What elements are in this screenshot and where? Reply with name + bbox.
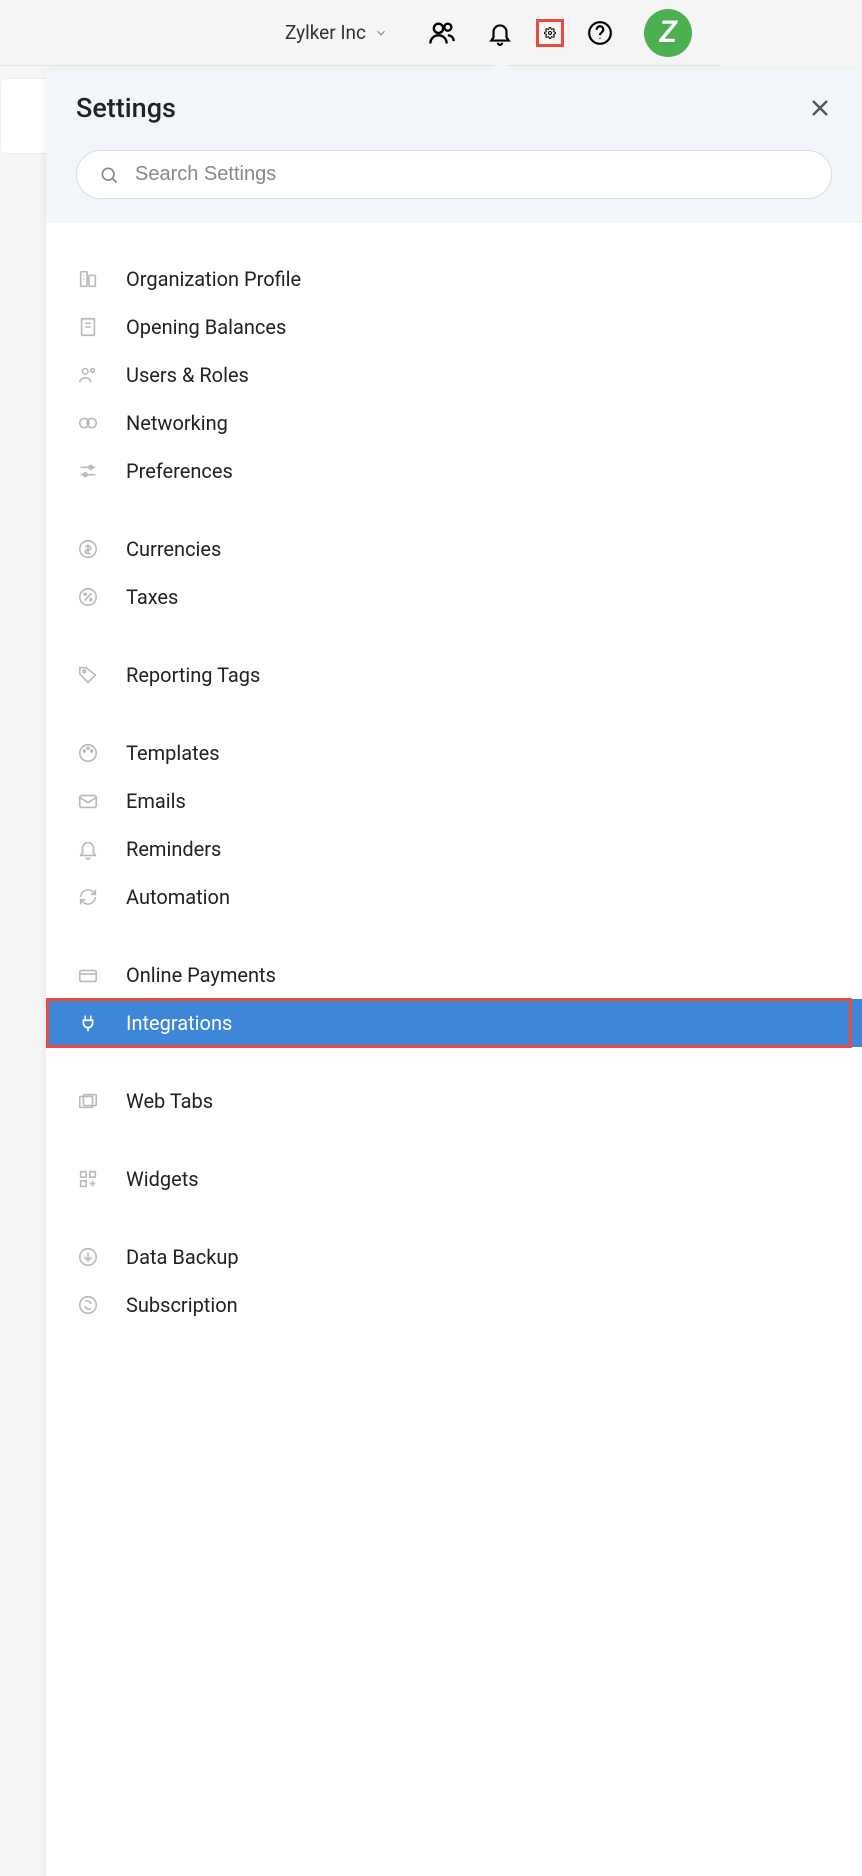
org-selector[interactable]: Zylker Inc: [285, 21, 388, 44]
sliders-icon: [76, 459, 100, 483]
menu-item-automation[interactable]: Automation: [46, 873, 862, 921]
chevron-down-icon: [374, 26, 388, 40]
menu-item-label: Reporting Tags: [126, 663, 260, 687]
menu-item-templates[interactable]: Templates: [46, 729, 862, 777]
dollar-icon: [76, 537, 100, 561]
menu-item-label: Online Payments: [126, 963, 276, 987]
cycle-icon: [76, 1293, 100, 1317]
menu-item-networking[interactable]: Networking: [46, 399, 862, 447]
menu-group: Organization Profile Opening Balances User…: [46, 255, 862, 495]
users-icon[interactable]: [428, 19, 456, 47]
menu-item-label: Reminders: [126, 837, 221, 861]
settings-header: Settings: [46, 70, 862, 223]
palette-icon: [76, 741, 100, 765]
menu-item-subscription[interactable]: Subscription: [46, 1281, 862, 1329]
search-icon: [99, 165, 119, 185]
menu-item-currencies[interactable]: Currencies: [46, 525, 862, 573]
menu-group: Reporting Tags: [46, 651, 862, 699]
help-icon[interactable]: [586, 19, 614, 47]
bell-icon: [76, 837, 100, 861]
menu-item-label: Users & Roles: [126, 363, 249, 387]
grid-icon: [76, 1167, 100, 1191]
avatar[interactable]: Z: [644, 9, 692, 57]
menu-item-label: Networking: [126, 411, 228, 435]
menu-item-label: Opening Balances: [126, 315, 286, 339]
menu-item-emails[interactable]: Emails: [46, 777, 862, 825]
link-icon: [76, 411, 100, 435]
dropdown-arrow: [487, 60, 515, 74]
gear-icon[interactable]: [536, 19, 564, 47]
menu-group: Online Payments Integrations: [46, 951, 862, 1047]
menu-group: Data Backup Subscription: [46, 1233, 862, 1329]
card-icon: [76, 963, 100, 987]
menu-group: Templates Emails Reminders Automation: [46, 729, 862, 921]
menu-item-label: Automation: [126, 885, 230, 909]
menu-item-org-profile[interactable]: Organization Profile: [46, 255, 862, 303]
menu-item-online-payments[interactable]: Online Payments: [46, 951, 862, 999]
tabs-icon: [76, 1089, 100, 1113]
percent-icon: [76, 585, 100, 609]
settings-menu: Organization Profile Opening Balances User…: [46, 223, 862, 1329]
menu-item-reminders[interactable]: Reminders: [46, 825, 862, 873]
building-icon: [76, 267, 100, 291]
search-input[interactable]: [135, 163, 809, 186]
page-title: Settings: [76, 92, 176, 124]
menu-item-label: Web Tabs: [126, 1089, 213, 1113]
menu-item-users-roles[interactable]: Users & Roles: [46, 351, 862, 399]
menu-item-label: Organization Profile: [126, 267, 301, 291]
envelope-icon: [76, 789, 100, 813]
tag-icon: [76, 663, 100, 687]
search-input-wrap[interactable]: [76, 150, 832, 199]
plug-icon: [76, 1011, 100, 1035]
menu-item-integrations[interactable]: Integrations: [46, 999, 862, 1047]
refresh-icon: [76, 885, 100, 909]
menu-item-data-backup[interactable]: Data Backup: [46, 1233, 862, 1281]
menu-item-label: Currencies: [126, 537, 221, 561]
download-icon: [76, 1245, 100, 1269]
menu-item-taxes[interactable]: Taxes: [46, 573, 862, 621]
menu-item-label: Taxes: [126, 585, 178, 609]
menu-item-label: Templates: [126, 741, 220, 765]
menu-item-widgets[interactable]: Widgets: [46, 1155, 862, 1203]
menu-group: Widgets: [46, 1155, 862, 1203]
menu-item-label: Data Backup: [126, 1245, 239, 1269]
menu-group: Web Tabs: [46, 1077, 862, 1125]
bell-icon[interactable]: [486, 19, 514, 47]
settings-panel: Settings Organization Profile Opening Bal…: [46, 70, 862, 1876]
menu-group: Currencies Taxes: [46, 525, 862, 621]
close-icon[interactable]: [808, 96, 832, 120]
topbar: Zylker Inc Z: [0, 0, 720, 66]
menu-item-web-tabs[interactable]: Web Tabs: [46, 1077, 862, 1125]
receipt-icon: [76, 315, 100, 339]
avatar-letter: Z: [659, 15, 677, 50]
menu-item-label: Widgets: [126, 1167, 199, 1191]
menu-item-reporting-tags[interactable]: Reporting Tags: [46, 651, 862, 699]
menu-item-label: Integrations: [126, 1011, 232, 1035]
menu-item-opening-balances[interactable]: Opening Balances: [46, 303, 862, 351]
org-name: Zylker Inc: [285, 21, 366, 44]
menu-item-preferences[interactable]: Preferences: [46, 447, 862, 495]
menu-item-label: Preferences: [126, 459, 233, 483]
menu-item-label: Subscription: [126, 1293, 238, 1317]
menu-item-label: Emails: [126, 789, 186, 813]
users-icon: [76, 363, 100, 387]
